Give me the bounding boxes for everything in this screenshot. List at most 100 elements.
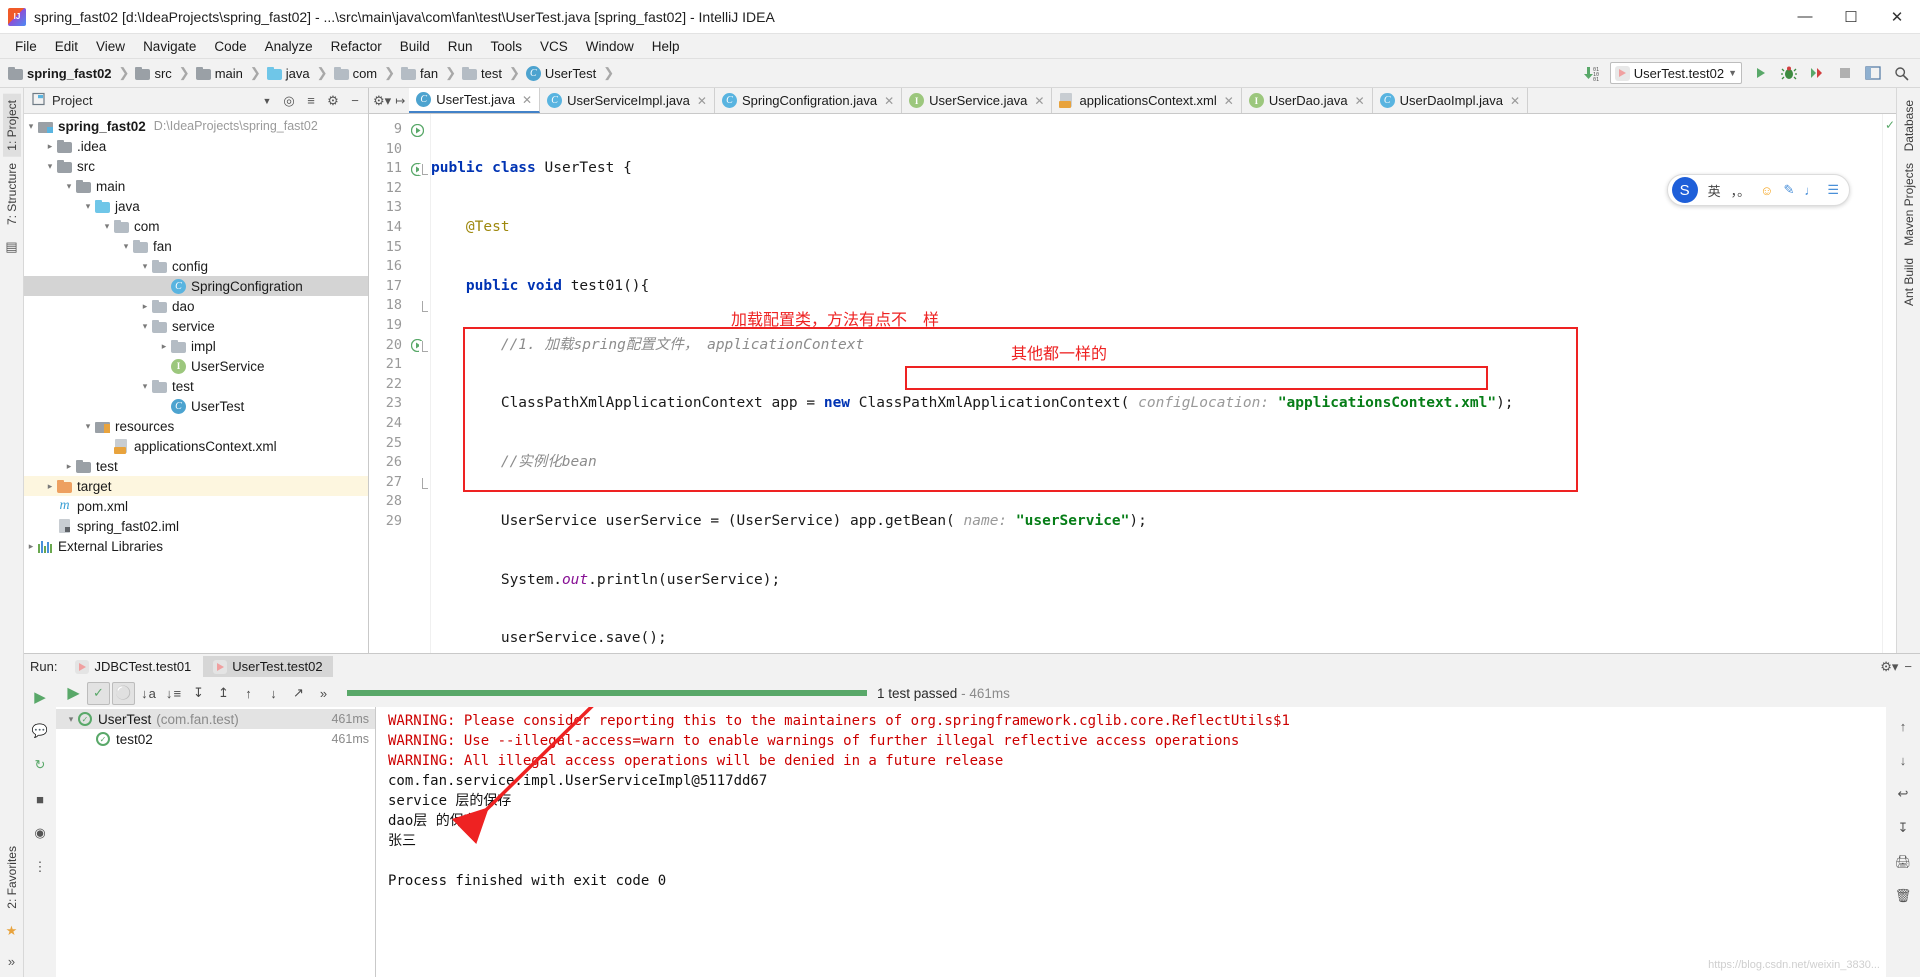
gutter-line-22[interactable]: 22 bbox=[369, 375, 430, 395]
breadcrumb-item-java[interactable]: java ❯ bbox=[263, 65, 330, 81]
chevron-down-icon[interactable]: ▾ bbox=[24, 121, 38, 132]
close-icon[interactable]: ✕ bbox=[1355, 94, 1365, 108]
minimize-button[interactable]: — bbox=[1782, 0, 1828, 34]
toggle-comments-icon[interactable]: 💬 bbox=[30, 721, 50, 741]
gutter-line-11[interactable]: 11 bbox=[369, 159, 430, 179]
gutter-line-18[interactable]: 18 bbox=[369, 296, 430, 316]
tree-node-spring-fast02[interactable]: ▾ spring_fast02 D:\IdeaProjects\spring_fas… bbox=[24, 116, 368, 136]
console-output[interactable]: WARNING: Please consider reporting this … bbox=[376, 707, 1886, 977]
fold-marker-icon[interactable] bbox=[419, 340, 428, 352]
menu-window[interactable]: Window bbox=[577, 37, 643, 56]
database-strip-icon[interactable]: ▤ bbox=[2, 237, 22, 257]
tree-node-resources[interactable]: ▾ resources bbox=[24, 416, 368, 436]
chevron-right-icon[interactable]: ▸ bbox=[24, 541, 38, 552]
gutter-line-12[interactable]: 12 bbox=[369, 179, 430, 199]
run-configuration-selector[interactable]: UserTest.test02 ▼ bbox=[1609, 62, 1742, 84]
chevron-down-icon[interactable]: ▼ bbox=[258, 92, 276, 110]
search-everywhere-icon[interactable] bbox=[1888, 61, 1914, 85]
gutter-line-28[interactable]: 28 bbox=[369, 492, 430, 512]
menu-tools[interactable]: Tools bbox=[482, 37, 532, 56]
scroll-up-icon[interactable]: ↑ bbox=[1892, 715, 1914, 737]
camera-icon[interactable]: ◉ bbox=[30, 823, 50, 843]
menu-navigate[interactable]: Navigate bbox=[134, 37, 205, 56]
tree-node--idea[interactable]: ▸ .idea bbox=[24, 136, 368, 156]
gutter-line-10[interactable]: 10 bbox=[369, 140, 430, 160]
tree-node-com[interactable]: ▾ com bbox=[24, 216, 368, 236]
chevron-down-icon[interactable]: ▾ bbox=[119, 241, 133, 252]
chevron-down-icon[interactable]: ▾ bbox=[100, 221, 114, 232]
update-project-icon[interactable]: 01 10 01 bbox=[1578, 61, 1604, 85]
menu-file[interactable]: File bbox=[6, 37, 46, 56]
tree-node-pom-xml[interactable]: ▸m pom.xml bbox=[24, 496, 368, 516]
expand-all-icon[interactable]: ↧ bbox=[187, 682, 210, 705]
tree-node-java[interactable]: ▾ java bbox=[24, 196, 368, 216]
tree-node-springconfigration[interactable]: ▸C SpringConfigration bbox=[24, 276, 368, 296]
menu-code[interactable]: Code bbox=[205, 37, 255, 56]
print-icon[interactable]: 🖨 bbox=[1892, 851, 1914, 873]
gutter-line-14[interactable]: 14 bbox=[369, 218, 430, 238]
show-ignored-icon[interactable]: ⚪ bbox=[112, 681, 135, 705]
sort-by-duration-icon[interactable]: ↓ ≡ bbox=[162, 682, 185, 705]
gutter-line-29[interactable]: 29 bbox=[369, 512, 430, 532]
ime-mode-label[interactable]: 英 bbox=[1708, 181, 1721, 200]
test-tree-row-usertest[interactable]: ▾ ✓ UserTest (com.fan.test) 461ms bbox=[56, 709, 375, 729]
debug-button[interactable] bbox=[1776, 61, 1802, 85]
breadcrumb-item-fan[interactable]: fan ❯ bbox=[397, 65, 458, 81]
chevron-down-icon[interactable]: ▾ bbox=[62, 181, 76, 192]
run-with-coverage-button[interactable] bbox=[1804, 61, 1830, 85]
chevron-down-icon[interactable]: ▾ bbox=[138, 381, 152, 392]
gutter-line-17[interactable]: 17 bbox=[369, 277, 430, 297]
gutter-line-23[interactable]: 23 bbox=[369, 394, 430, 414]
run-button[interactable] bbox=[1748, 61, 1774, 85]
target-icon[interactable]: ◎ bbox=[280, 92, 298, 110]
sogou-logo-icon[interactable]: S bbox=[1671, 177, 1698, 203]
soft-wrap-icon[interactable]: ↩ bbox=[1892, 783, 1914, 805]
close-button[interactable]: ✕ bbox=[1874, 0, 1920, 34]
rerun-failed-icon[interactable]: ↻ bbox=[30, 755, 50, 775]
maximize-button[interactable]: ☐ bbox=[1828, 0, 1874, 34]
gutter-line-27[interactable]: 27 bbox=[369, 473, 430, 493]
close-icon[interactable]: ✕ bbox=[522, 93, 532, 107]
chevron-down-icon[interactable]: ▾ bbox=[138, 321, 152, 332]
sidebar-item-favorites[interactable]: 2: Favorites bbox=[3, 840, 21, 915]
editor-tab-userdao-java[interactable]: I UserDao.java ✕ bbox=[1242, 88, 1373, 113]
star-icon[interactable]: ★ bbox=[2, 921, 22, 941]
more-actions-icon[interactable]: » bbox=[312, 682, 335, 705]
ime-punctuation-icon[interactable]: ，。 bbox=[1731, 181, 1751, 200]
layout-button[interactable] bbox=[1860, 61, 1886, 85]
tree-node-main[interactable]: ▾ main bbox=[24, 176, 368, 196]
tree-node-config[interactable]: ▾ config bbox=[24, 256, 368, 276]
fold-marker-icon[interactable] bbox=[419, 301, 428, 313]
menu-build[interactable]: Build bbox=[391, 37, 439, 56]
gutter-line-9[interactable]: 9 bbox=[369, 120, 430, 140]
chevron-down-icon[interactable]: ▾ bbox=[64, 714, 78, 725]
select-opened-file-icon[interactable]: ↦ bbox=[395, 94, 405, 108]
breadcrumb-item-spring_fast02[interactable]: spring_fast02 ❯ bbox=[4, 65, 131, 81]
editor-code[interactable]: public class UserTest { @Test public voi… bbox=[431, 114, 1882, 653]
menu-edit[interactable]: Edit bbox=[46, 37, 87, 56]
export-results-icon[interactable]: ↗ bbox=[287, 682, 310, 705]
editor-tab-userdaoimpl-java[interactable]: C UserDaoImpl.java ✕ bbox=[1373, 88, 1529, 113]
tree-node-external-libraries[interactable]: ▸ External Libraries bbox=[24, 536, 368, 556]
chevron-right-icon[interactable]: ▸ bbox=[157, 341, 171, 352]
gutter-line-19[interactable]: 19 bbox=[369, 316, 430, 336]
editor-gutter[interactable]: 9 10 11 12 13 14 15 16 17 18 19 20 21 22 23 24 25 26 27 28 2… bbox=[369, 114, 431, 653]
close-icon[interactable]: ✕ bbox=[1510, 94, 1520, 108]
settings-gear-icon[interactable]: ⚙ bbox=[324, 92, 342, 110]
menu-help[interactable]: Help bbox=[643, 37, 689, 56]
fold-marker-icon[interactable] bbox=[419, 477, 428, 489]
run-tab-usertest[interactable]: UserTest.test02 bbox=[203, 656, 333, 677]
hide-panel-icon[interactable]: − bbox=[346, 92, 364, 110]
gutter-line-21[interactable]: 21 bbox=[369, 355, 430, 375]
tree-node-dao[interactable]: ▸ dao bbox=[24, 296, 368, 316]
next-failed-icon[interactable]: ↓ bbox=[262, 682, 285, 705]
tree-node-userservice[interactable]: ▸I UserService bbox=[24, 356, 368, 376]
gutter-line-16[interactable]: 16 bbox=[369, 257, 430, 277]
menu-vcs[interactable]: VCS bbox=[531, 37, 577, 56]
gutter-line-25[interactable]: 25 bbox=[369, 434, 430, 454]
ime-grid-icon[interactable]: ☰ bbox=[1827, 182, 1839, 198]
sidebar-item-maven-projects[interactable]: Maven Projects bbox=[1900, 157, 1918, 252]
ime-mic-icon[interactable]: ♩ bbox=[1804, 183, 1817, 198]
tree-node-spring-fast02-iml[interactable]: ▸ spring_fast02.iml bbox=[24, 516, 368, 536]
menu-refactor[interactable]: Refactor bbox=[322, 37, 391, 56]
